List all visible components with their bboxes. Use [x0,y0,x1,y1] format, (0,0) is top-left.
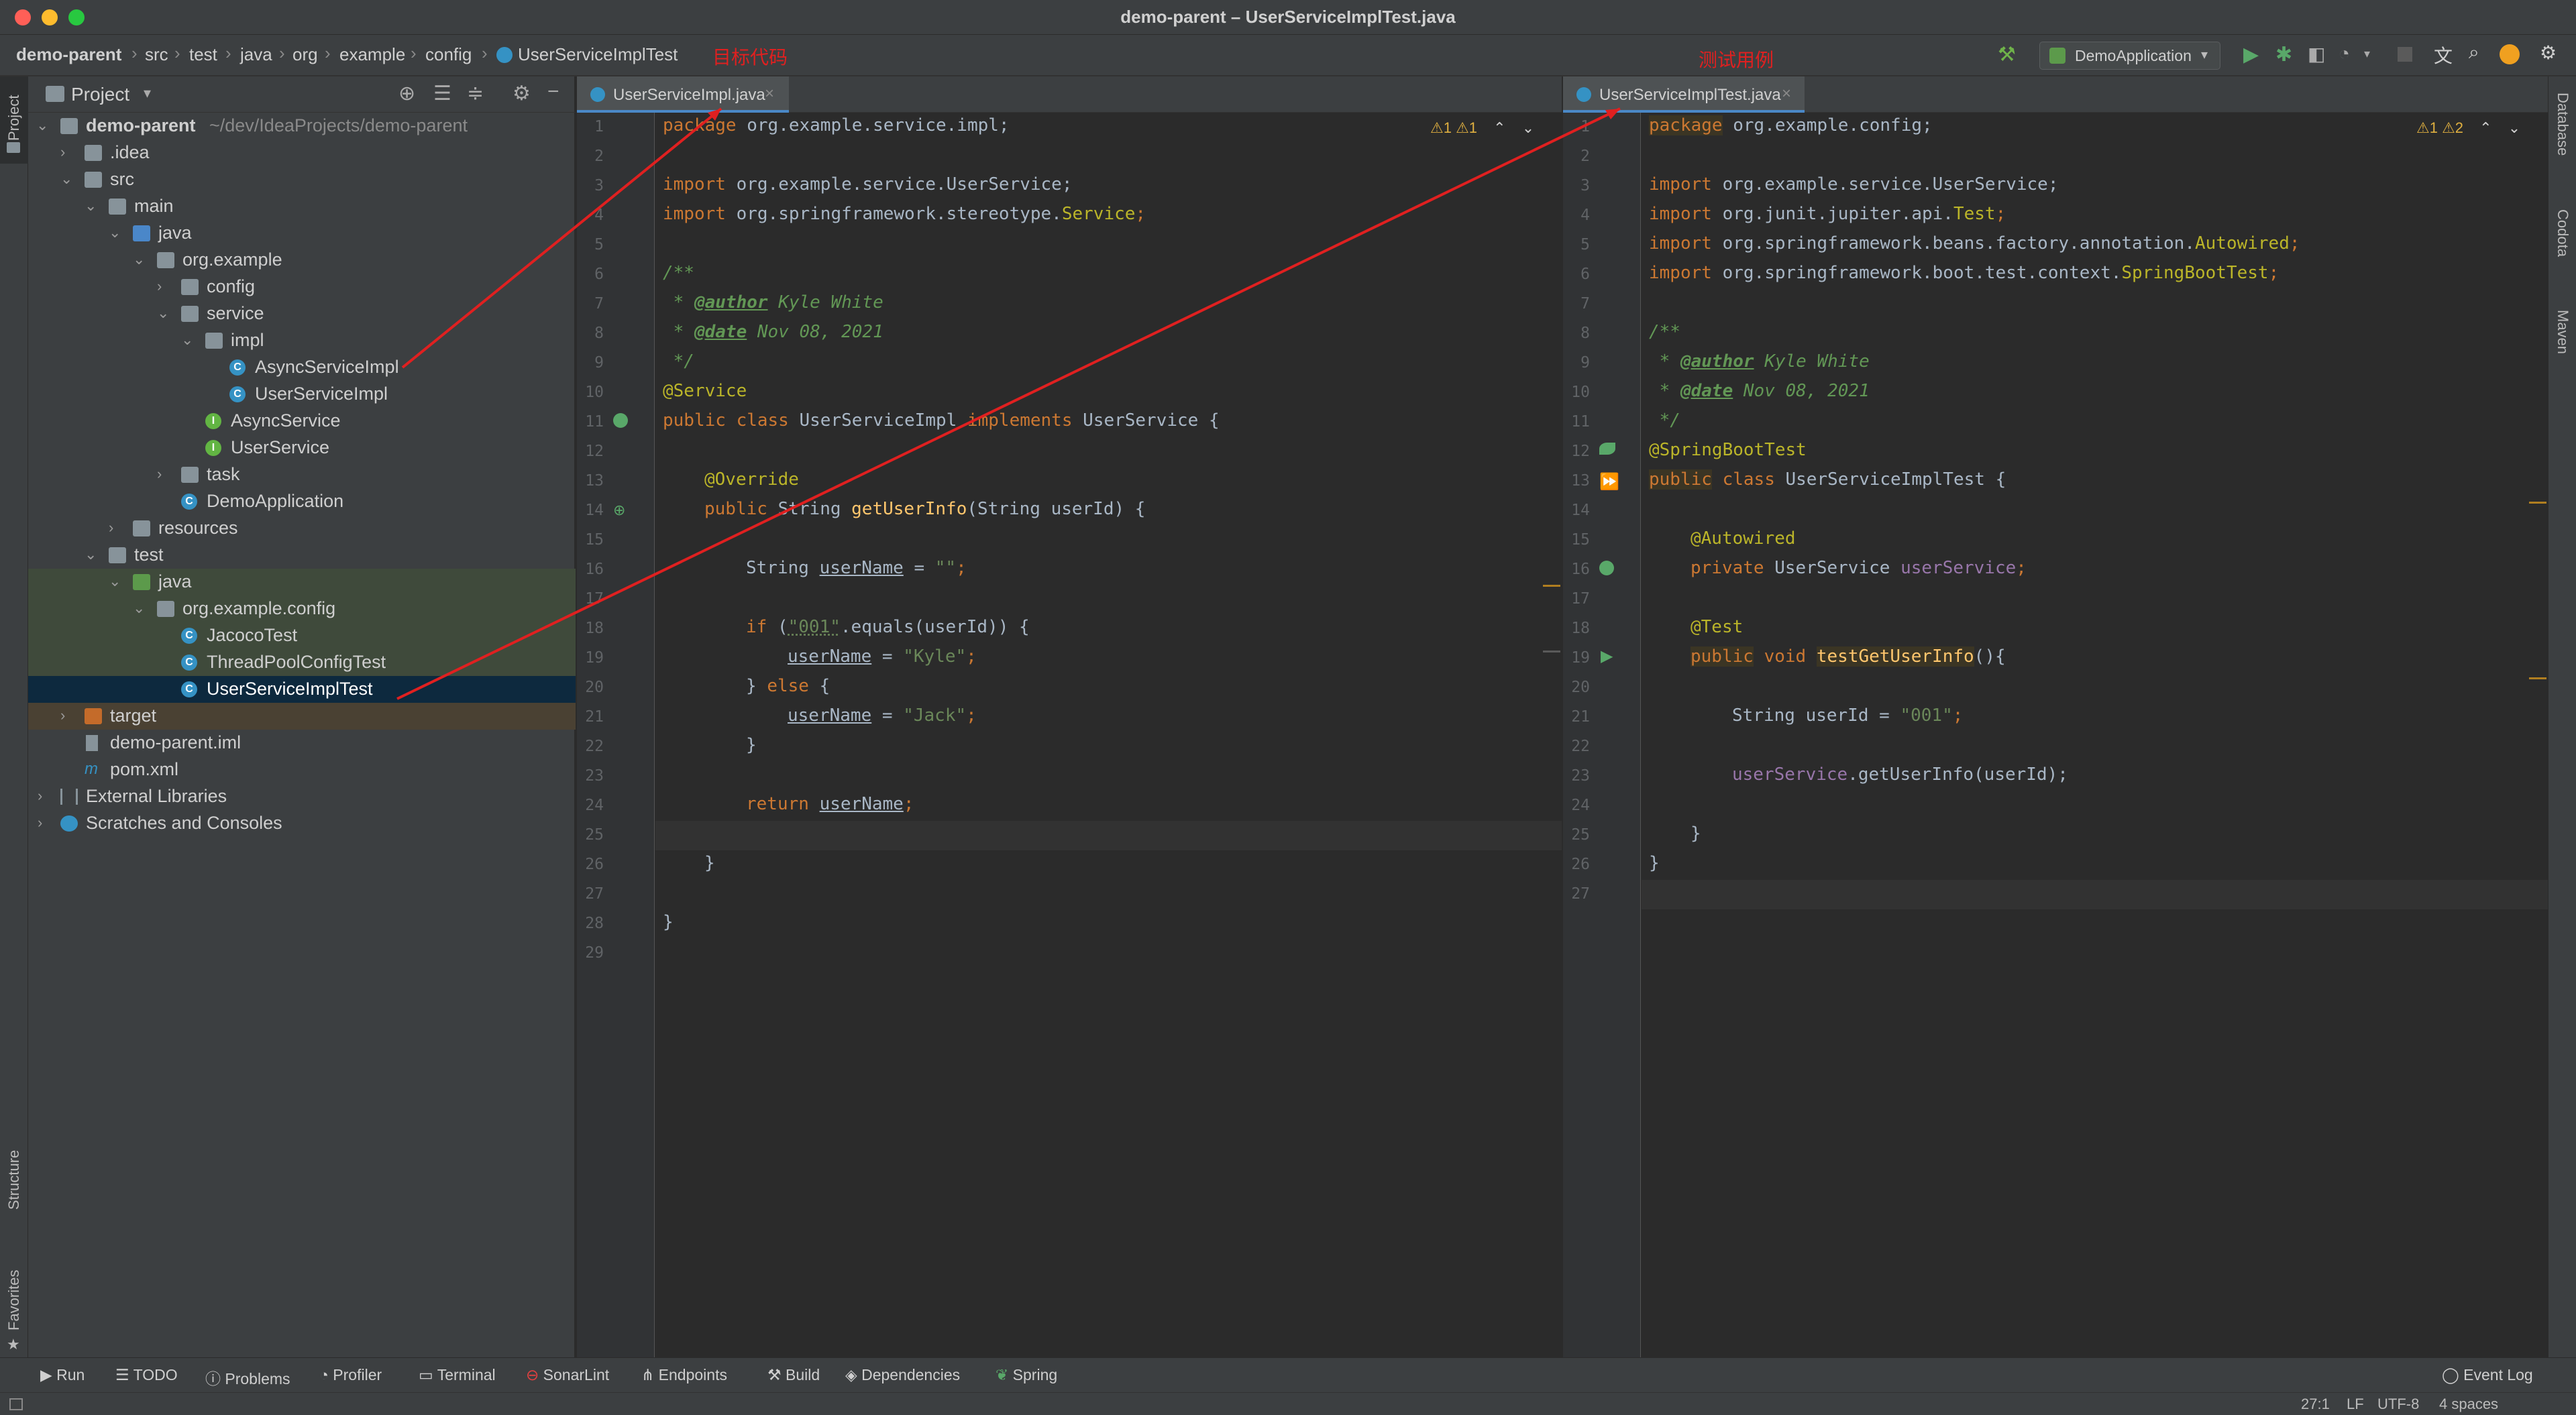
run-icon: ▶ [40,1366,57,1383]
tool-label: Terminal [437,1366,496,1383]
tool-window-bar: ▶ Run ☰ TODO ⓘ Problems ◔ Profiler ▭ Ter… [0,1357,2576,1392]
annotation-arrows [396,107,1621,700]
tool-label: Problems [225,1370,290,1388]
terminal-icon: ▭ [419,1366,437,1383]
tool-run[interactable]: ▶ Run [40,1366,85,1384]
caret-position[interactable]: 27:1 [2301,1396,2330,1413]
status-bar: 27:1 LF UTF-8 4 spaces [0,1392,2576,1415]
dependencies-icon: ◈ [845,1366,862,1383]
tool-terminal[interactable]: ▭ Terminal [419,1366,496,1384]
indent-setting[interactable]: 4 spaces [2439,1396,2498,1413]
tool-endpoints[interactable]: ⋔ Endpoints [641,1366,727,1384]
tool-problems[interactable]: ⓘ Problems [205,1366,290,1389]
tool-label: Event Log [2463,1366,2533,1383]
file-encoding[interactable]: UTF-8 [2377,1396,2419,1413]
problems-icon: ⓘ [205,1370,225,1388]
tool-spring[interactable]: ❦ Spring [996,1366,1057,1384]
endpoints-icon: ⋔ [641,1366,659,1383]
tool-label: Run [56,1366,85,1383]
profiler-icon: ◔ [319,1366,333,1383]
tool-todo[interactable]: ☰ TODO [115,1366,178,1384]
tool-dependencies[interactable]: ◈ Dependencies [845,1366,960,1384]
spring-icon: ❦ [996,1366,1013,1383]
tool-build[interactable]: ⚒ Build [767,1366,820,1384]
line-separator[interactable]: LF [2347,1396,2364,1413]
tool-label: Endpoints [658,1366,727,1383]
arrow-test-case [396,107,1621,700]
event-log-icon: ◯ [2442,1366,2464,1383]
tool-label: SonarLint [543,1366,610,1383]
toggle-tool-windows-icon[interactable] [9,1398,23,1410]
tool-label: Profiler [333,1366,382,1383]
tool-label: Spring [1012,1366,1058,1383]
event-log-button[interactable]: ◯ Event Log [2442,1366,2533,1384]
tool-label: TODO [133,1366,178,1383]
list-icon: ☰ [115,1366,133,1383]
arrow-target-code [401,107,722,369]
sonarlint-icon: ⊖ [526,1366,543,1383]
tool-profiler[interactable]: ◔ Profiler [319,1366,382,1384]
build-icon: ⚒ [767,1366,786,1383]
tool-label: Build [786,1366,820,1383]
tool-label: Dependencies [861,1366,961,1383]
tool-sonarlint[interactable]: ⊖ SonarLint [526,1366,609,1384]
